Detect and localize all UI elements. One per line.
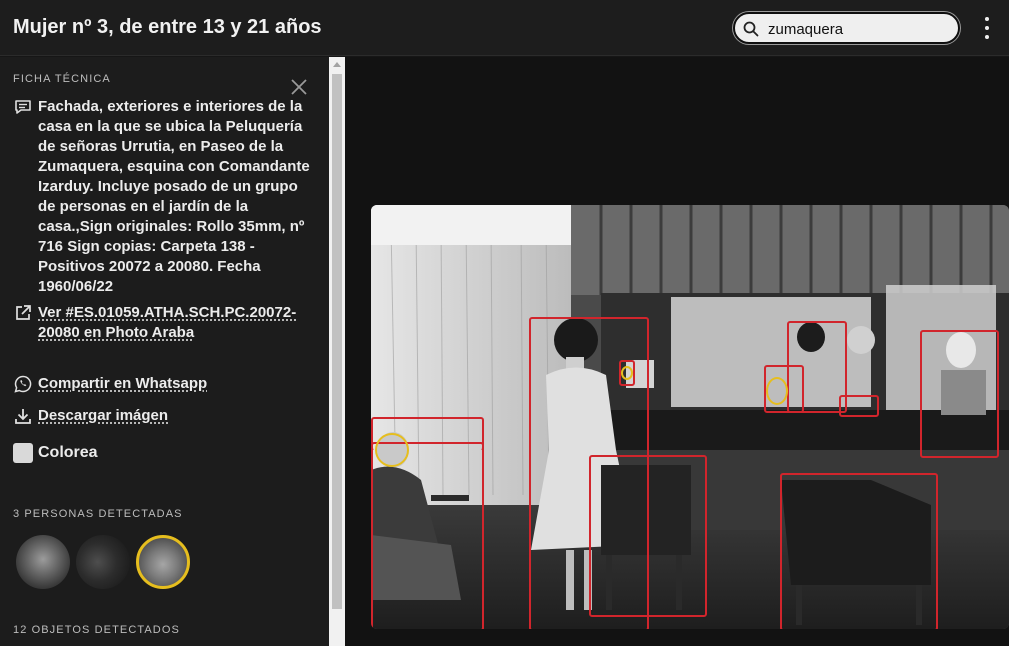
search-box[interactable] xyxy=(733,12,960,44)
face-thumbnail[interactable] xyxy=(76,535,130,589)
share-whatsapp-link[interactable]: Compartir en Whatsapp xyxy=(38,374,207,394)
more-vertical-icon[interactable] xyxy=(978,16,996,40)
scroll-up-arrow[interactable] xyxy=(333,62,341,67)
object-detection-box[interactable] xyxy=(589,455,707,617)
person-detection-box[interactable] xyxy=(920,330,999,458)
face-thumbnail[interactable] xyxy=(16,535,70,589)
face-marker[interactable] xyxy=(621,366,633,380)
colorize-row[interactable]: Colorea xyxy=(13,443,98,463)
face-marker[interactable] xyxy=(766,377,788,405)
scroll-thumb[interactable] xyxy=(332,74,342,609)
photo-description: Fachada, exteriores e interiores de la c… xyxy=(38,98,310,295)
download-row[interactable]: Descargar imágen xyxy=(13,406,168,426)
view-link-row[interactable]: Ver #ES.01059.ATHA.SCH.PC.20072-20080 en… xyxy=(13,303,313,343)
info-sidebar: FICHA TÉCNICA Fachada, exteriores e inte… xyxy=(0,57,329,646)
tech-sheet-label: FICHA TÉCNICA xyxy=(13,73,111,85)
whatsapp-row[interactable]: Compartir en Whatsapp xyxy=(13,374,207,394)
archive-photo[interactable] xyxy=(371,205,1009,629)
view-photo-araba-link[interactable]: Ver #ES.01059.ATHA.SCH.PC.20072-20080 en… xyxy=(38,303,313,343)
download-image-link[interactable]: Descargar imágen xyxy=(38,406,168,426)
object-detection-box[interactable] xyxy=(839,395,879,417)
app-header: Mujer nº 3, de entre 13 y 21 años xyxy=(0,0,1009,56)
colorize-checkbox[interactable] xyxy=(13,443,33,463)
external-link-icon xyxy=(16,305,31,320)
object-detection-box[interactable] xyxy=(780,473,938,629)
whatsapp-icon xyxy=(14,375,32,393)
page-title: Mujer nº 3, de entre 13 y 21 años xyxy=(13,16,322,38)
objects-detected-label: 12 OBJETOS DETECTADOS xyxy=(13,624,180,636)
close-icon[interactable] xyxy=(289,77,309,97)
description-row: Fachada, exteriores e interiores de la c… xyxy=(13,97,313,297)
face-thumbnail-selected[interactable] xyxy=(136,535,190,589)
face-marker-selected[interactable] xyxy=(375,433,409,467)
search-input[interactable] xyxy=(768,19,948,39)
download-icon xyxy=(15,409,31,424)
photo-viewer xyxy=(345,57,1009,646)
colorize-label: Colorea xyxy=(38,444,98,461)
face-thumbnails xyxy=(16,535,190,589)
persons-detected-label: 3 PERSONAS DETECTADAS xyxy=(13,508,183,520)
comment-icon xyxy=(15,100,31,114)
search-icon xyxy=(743,21,759,37)
sidebar-scrollbar[interactable] xyxy=(329,57,345,646)
